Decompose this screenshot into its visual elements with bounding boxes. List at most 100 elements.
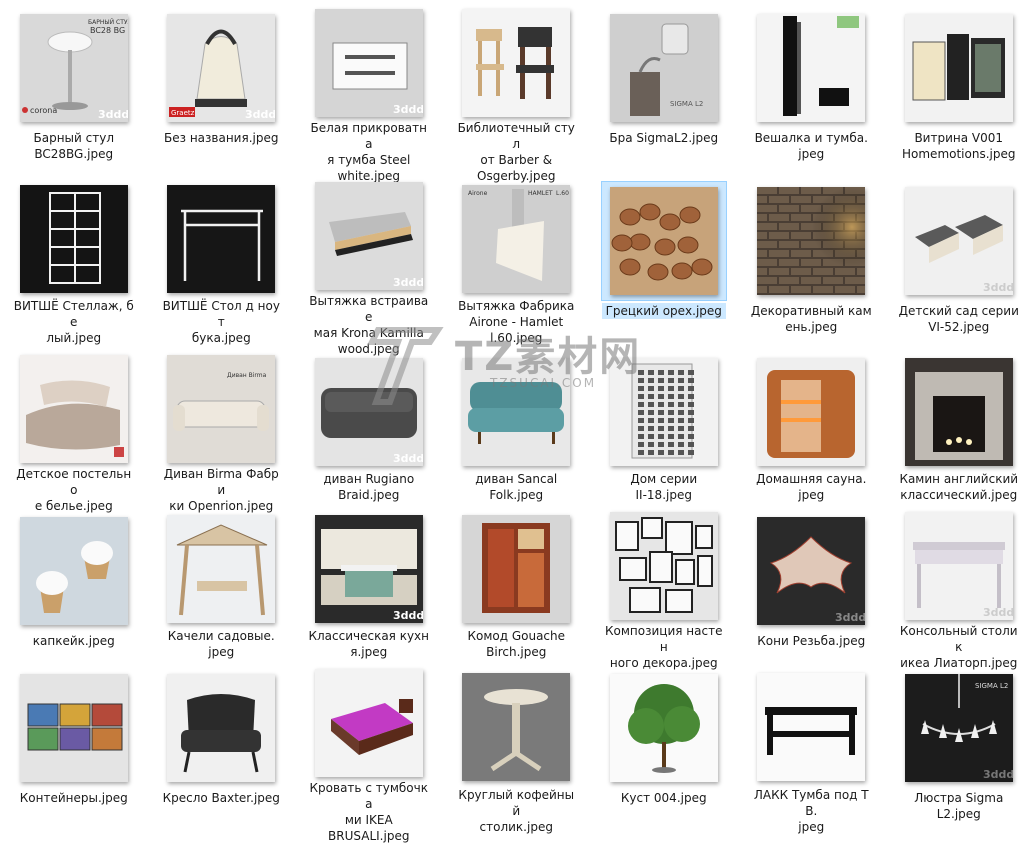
file-item[interactable]: Камин английский классический.jpeg [885,346,1033,503]
kitchen-thumbnail: 3ddd [314,514,423,623]
cabinet-thumbnail [904,14,1013,122]
file-item[interactable]: 3ddd Консольный столик икеа Лиаторп.jpeg [885,503,1033,670]
file-item[interactable]: Кровать с тумбочка ми IKEA BRUSALI.jpeg [295,660,443,843]
svg-text:Airone: Airone [468,190,488,197]
thumbnail-frame [12,182,136,295]
svg-text:Graetz: Graetz [171,109,195,117]
thumbnail-frame: 3ddd [897,182,1021,300]
thumbnail-frame: SIGMA L2 3ddd [897,669,1021,787]
thumbnail-frame: 3ddd [307,512,431,625]
sofa-rugiano-thumbnail: 3ddd [314,357,423,466]
file-item[interactable]: Куст 004.jpeg [590,660,738,835]
file-item[interactable]: ВИТШЁ Стол д ноут бука.jpeg [148,173,296,346]
hood-thumbnail: 3ddd [314,182,423,290]
file-item[interactable]: Детское постельно е белье.jpeg [0,346,148,513]
horses-carving-thumbnail: 3ddd [757,517,866,625]
file-name-label: Люстра Sigma L2.jpeg [914,791,1004,821]
file-name-label: Кони Резьба.jpeg [757,634,866,648]
file-item[interactable]: Дом серии II-18.jpeg [590,346,738,503]
file-name-label: Детский сад серии VI-52.jpeg [898,304,1019,334]
kindergarten-thumbnail: 3ddd [904,187,1013,295]
kettle-thumbnail: Graetz 3ddd [167,14,276,122]
laptop-table-thumbnail [167,184,276,293]
thumbnail-frame [159,512,283,625]
file-item[interactable]: 3ddd Белая прикроватна я тумба Steel whit… [295,0,443,183]
tv-stand-thumbnail [757,672,866,781]
file-item[interactable]: Витрина V001 Homemotions.jpeg [885,0,1033,173]
file-item[interactable]: SIGMA L2 3ddd Люстра Sigma L2.jpeg [885,660,1033,835]
svg-text:SIGMA L2: SIGMA L2 [670,100,703,108]
svg-text:3ddd: 3ddd [393,452,423,465]
thumbnail-frame [159,669,283,787]
svg-text:БАРНЫЙ СТУЛ: БАРНЫЙ СТУЛ [88,19,128,26]
file-item[interactable]: Грецкий орех.jpeg [590,173,738,346]
file-item[interactable]: Graetz 3ddd Без названия.jpeg [148,0,296,173]
file-item[interactable]: Домашняя сауна. jpeg [738,346,886,503]
file-name-label: Витрина V001 Homemotions.jpeg [902,131,1016,161]
file-item[interactable]: 3ddd Детский сад серии VI-52.jpeg [885,173,1033,346]
file-item[interactable]: Комод Gouache Birch.jpeg [443,503,591,660]
file-item[interactable]: Диван Birma Диван Birma Фабри ки Openrion… [148,346,296,513]
thumbnail-frame: 3ddd [749,512,873,630]
thumbnail-frame [454,355,578,468]
file-item[interactable]: 3ddd Классическая кухн я.jpeg [295,503,443,660]
svg-text:HAMLET: HAMLET [528,190,553,197]
armchair-thumbnail [167,674,276,782]
bush-thumbnail [609,674,718,782]
file-name-label: Вешалка и тумба. jpeg [754,131,868,161]
bed-thumbnail [314,669,423,777]
file-item[interactable]: диван Sancal Folk.jpeg [443,346,591,503]
bedding-thumbnail [19,355,128,463]
file-item[interactable]: Декоративный кам ень.jpeg [738,173,886,346]
thumbnail-frame: Graetz 3ddd [159,9,283,127]
thumbnail-frame [454,512,578,625]
file-item[interactable]: Контейнеры.jpeg [0,660,148,835]
svg-text:BC28 BG: BC28 BG [90,26,125,35]
file-item[interactable]: Кресло Baxter.jpeg [148,660,296,835]
file-name-label: Классическая кухн я.jpeg [308,629,430,659]
thumbnail-frame [12,669,136,787]
file-item[interactable]: Качели садовые. jpeg [148,503,296,660]
file-item[interactable]: ВИТШЁ Стеллаж, бе лый.jpeg [0,173,148,346]
sauna-thumbnail [757,357,866,466]
svg-text:3ddd: 3ddd [393,609,423,622]
file-name-label: Дом серии II-18.jpeg [630,472,698,502]
svg-text:corona: corona [30,106,57,115]
file-name-label: Декоративный кам ень.jpeg [750,304,872,334]
file-item[interactable]: капкейк.jpeg [0,503,148,660]
dresser-thumbnail [462,514,571,623]
nightstand-thumbnail: 3ddd [314,9,423,117]
file-name-label: Куст 004.jpeg [620,791,707,805]
fireplace-thumbnail [904,357,1013,466]
file-item[interactable]: Композиция настен ного декора.jpeg [590,503,738,670]
file-name-label: Грецкий орех.jpeg [601,303,726,319]
file-name-label: капкейк.jpeg [32,634,115,648]
file-item[interactable]: ЛАКК Тумба под ТВ. jpeg [738,660,886,835]
svg-text:L.60: L.60 [556,190,569,197]
file-item[interactable]: Библиотечный стул от Barber & Osgerby.jp… [443,0,591,183]
file-item[interactable]: 3ddd Кони Резьба.jpeg [738,503,886,660]
svg-text:3ddd: 3ddd [983,768,1013,781]
file-item[interactable]: 3ddd Вытяжка встраивае мая Krona Kamilla … [295,173,443,356]
file-name-label: Круглый кофейный столик.jpeg [458,788,575,834]
chandelier-thumbnail: SIGMA L2 3ddd [904,674,1013,782]
file-item[interactable]: Airone HAMLET L.60 Вытяжка Фабрика Airone… [443,173,591,346]
file-item[interactable]: SIGMA L2 Бра SigmaL2.jpeg [590,0,738,173]
chairs-thumbnail [462,9,571,117]
file-name-label: Комод Gouache Birch.jpeg [467,629,566,659]
file-name-label: ЛАКК Тумба под ТВ. jpeg [753,788,869,834]
file-item[interactable]: Круглый кофейный столик.jpeg [443,660,591,835]
sconce-thumbnail: SIGMA L2 [609,14,718,122]
cupcake-thumbnail [19,517,128,625]
svg-text:SIGMA L2: SIGMA L2 [975,682,1008,690]
svg-text:3ddd: 3ddd [983,281,1013,294]
file-name-label: Барный стул BC28BG.jpeg [33,131,115,161]
thumbnail-frame [897,9,1021,127]
file-item[interactable]: Вешалка и тумба. jpeg [738,0,886,173]
thumbnail-frame: Airone HAMLET L.60 [454,182,578,295]
file-item[interactable]: 3ddd диван Rugiano Braid.jpeg [295,346,443,503]
stone-thumbnail [757,187,866,295]
wall-decor-thumbnail [609,512,718,620]
file-name-label: Кресло Baxter.jpeg [162,791,280,805]
file-item[interactable]: БАРНЫЙ СТУЛ BC28 BG corona 3ddd Барный сту… [0,0,148,173]
